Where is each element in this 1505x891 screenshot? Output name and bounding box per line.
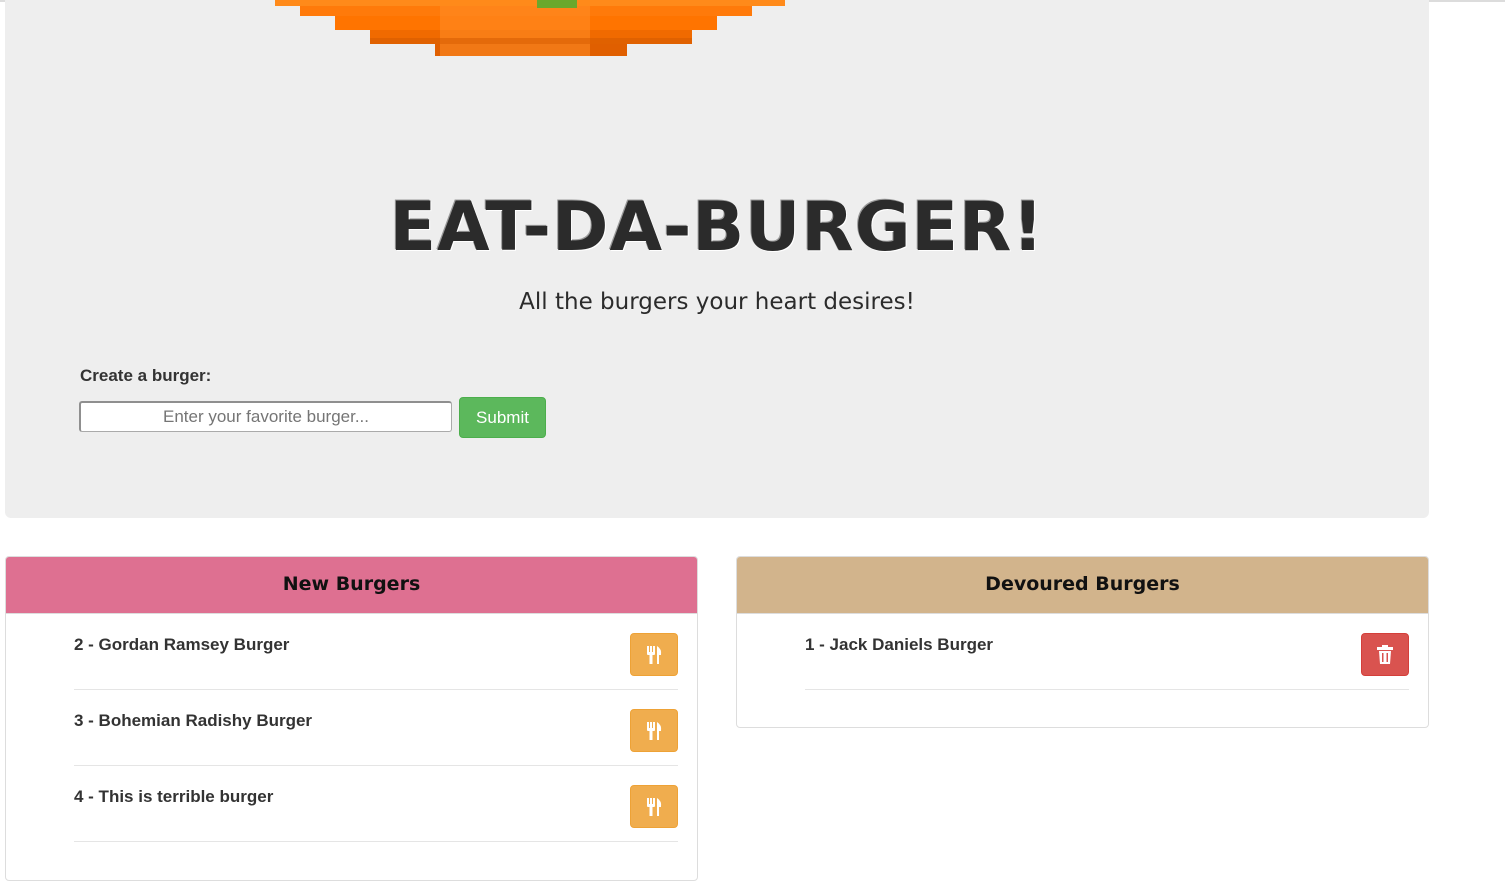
devour-button[interactable] bbox=[630, 709, 678, 752]
pixel-burger-icon bbox=[275, 0, 785, 56]
page-subtitle: All the burgers your heart desires! bbox=[519, 289, 915, 315]
burger-name: 4 - This is terrible burger bbox=[74, 787, 274, 806]
burger-name: 3 - Bohemian Radishy Burger bbox=[74, 711, 313, 730]
fork-knife-icon bbox=[647, 645, 662, 664]
new-burgers-list: 2 - Gordan Ramsey Burger 3 - Bohemian Ra… bbox=[6, 614, 697, 842]
burger-name: 2 - Gordan Ramsey Burger bbox=[74, 635, 290, 654]
fork-knife-icon bbox=[647, 721, 662, 740]
page-title: EAT-DA-BURGER! bbox=[389, 188, 1045, 267]
list-item: 3 - Bohemian Radishy Burger bbox=[74, 690, 678, 766]
devour-button[interactable] bbox=[630, 785, 678, 828]
fork-knife-icon bbox=[647, 797, 662, 816]
devour-button[interactable] bbox=[630, 633, 678, 676]
list-item: 1 - Jack Daniels Burger bbox=[805, 614, 1409, 690]
new-burgers-panel: New Burgers 2 - Gordan Ramsey Burger 3 -… bbox=[5, 556, 698, 881]
burger-name-input[interactable] bbox=[79, 401, 452, 432]
new-burgers-heading: New Burgers bbox=[6, 557, 697, 614]
burger-name: 1 - Jack Daniels Burger bbox=[805, 635, 994, 654]
devoured-burgers-panel: Devoured Burgers 1 - Jack Daniels Burger bbox=[736, 556, 1429, 728]
devoured-burgers-list: 1 - Jack Daniels Burger bbox=[737, 614, 1428, 690]
list-item: 4 - This is terrible burger bbox=[74, 766, 678, 842]
delete-button[interactable] bbox=[1361, 633, 1409, 676]
devoured-burgers-heading: Devoured Burgers bbox=[737, 557, 1428, 614]
trash-icon bbox=[1377, 645, 1393, 664]
create-burger-label: Create a burger: bbox=[80, 366, 212, 385]
submit-button[interactable]: Submit bbox=[459, 397, 546, 438]
header-jumbotron: EAT-DA-BURGER! All the burgers your hear… bbox=[5, 0, 1429, 518]
list-item: 2 - Gordan Ramsey Burger bbox=[74, 614, 678, 690]
